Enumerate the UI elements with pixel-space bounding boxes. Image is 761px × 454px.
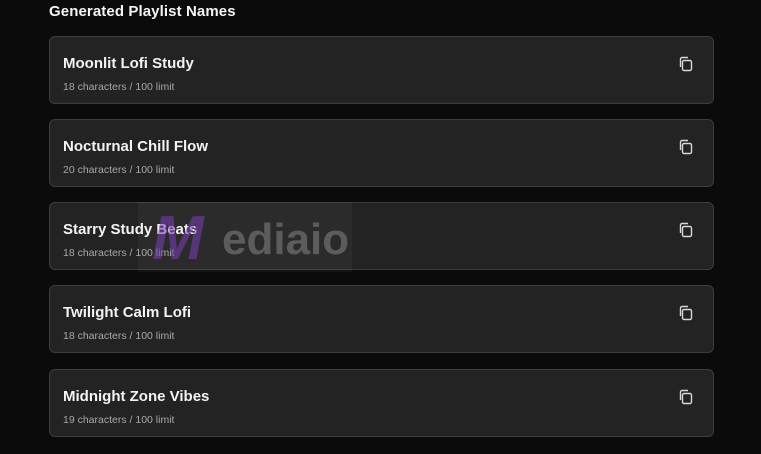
character-count: 19 characters / 100 limit — [63, 414, 175, 426]
playlist-card: Starry Study Beats 18 characters / 100 l… — [49, 202, 714, 270]
playlist-card: Midnight Zone Vibes 19 characters / 100 … — [49, 369, 714, 437]
playlist-card: Moonlit Lofi Study 18 characters / 100 l… — [49, 36, 714, 104]
copy-button[interactable] — [677, 138, 695, 156]
section-title: Generated Playlist Names — [49, 3, 236, 20]
playlist-name: Moonlit Lofi Study — [63, 55, 194, 72]
character-count: 18 characters / 100 limit — [63, 81, 175, 93]
playlist-name: Twilight Calm Lofi — [63, 304, 192, 321]
copy-icon — [679, 222, 693, 238]
playlist-results-page: Generated Playlist Names Moonlit Lofi St… — [0, 0, 761, 454]
playlist-name: Midnight Zone Vibes — [63, 388, 210, 405]
copy-button[interactable] — [677, 55, 695, 73]
playlist-card: Nocturnal Chill Flow 20 characters / 100… — [49, 119, 714, 187]
copy-button[interactable] — [677, 221, 695, 239]
copy-icon — [679, 305, 693, 321]
copy-button[interactable] — [677, 304, 695, 322]
character-count: 18 characters / 100 limit — [63, 330, 175, 342]
character-count: 20 characters / 100 limit — [63, 164, 175, 176]
copy-icon — [679, 56, 693, 72]
copy-button[interactable] — [677, 388, 695, 406]
playlist-card: Twilight Calm Lofi 18 characters / 100 l… — [49, 285, 714, 353]
character-count: 18 characters / 100 limit — [63, 247, 175, 259]
copy-icon — [679, 389, 693, 405]
playlist-name: Starry Study Beats — [63, 221, 198, 238]
copy-icon — [679, 139, 693, 155]
playlist-name: Nocturnal Chill Flow — [63, 138, 208, 155]
